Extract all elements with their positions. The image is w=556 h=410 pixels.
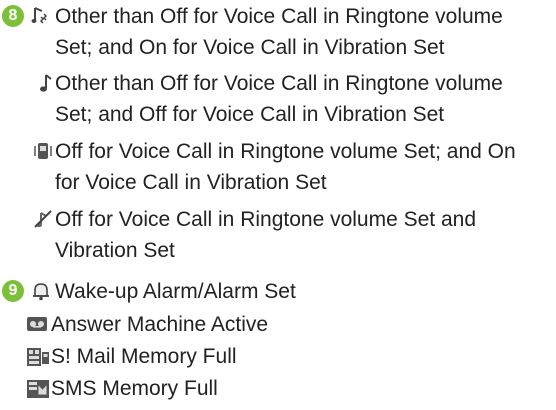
vibrate-phone-icon bbox=[33, 140, 53, 162]
answer-machine-icon bbox=[26, 314, 48, 334]
item-silent-line2: Vibration Set bbox=[55, 239, 175, 262]
item-sms-full: SMS Memory Full bbox=[51, 377, 218, 400]
number-badge-8: 8 bbox=[2, 5, 24, 27]
item-ringtone-only-line1: Other than Off for Voice Call in Rington… bbox=[55, 72, 503, 95]
alarm-bell-icon bbox=[31, 280, 51, 302]
item-ringtone-only-line2: Set; and Off for Voice Call in Vibration… bbox=[55, 103, 445, 126]
item-alarm: Wake-up Alarm/Alarm Set bbox=[55, 280, 296, 303]
item-ring-vibrate-line2: Set; and On for Voice Call in Vibration … bbox=[55, 36, 445, 59]
silent-muted-icon bbox=[33, 208, 53, 230]
item-ring-vibrate-line1: Other than Off for Voice Call in Rington… bbox=[55, 5, 503, 28]
item-silent-line1: Off for Voice Call in Ringtone volume Se… bbox=[55, 208, 477, 231]
item-vibrate-only-line2: for Voice Call in Vibration Set bbox=[55, 171, 327, 194]
mail-full-icon bbox=[26, 346, 50, 368]
music-note-icon bbox=[38, 72, 52, 94]
sms-full-icon bbox=[26, 378, 50, 400]
item-mail-full: S! Mail Memory Full bbox=[51, 345, 237, 368]
ring-vibrate-icon bbox=[31, 5, 49, 27]
number-badge-9: 9 bbox=[2, 280, 24, 302]
item-answer-machine: Answer Machine Active bbox=[51, 313, 269, 336]
item-vibrate-only-line1: Off for Voice Call in Ringtone volume Se… bbox=[55, 140, 516, 163]
document-page: 8 Other than Off for Voice Call in Ringt… bbox=[0, 0, 556, 410]
